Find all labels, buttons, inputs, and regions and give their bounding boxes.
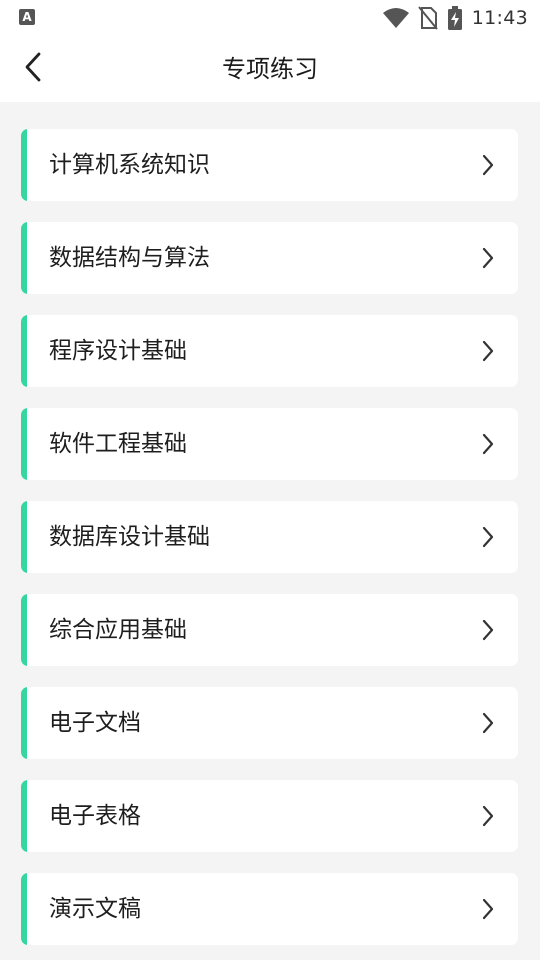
chevron-right-icon (481, 619, 495, 641)
chevron-right-icon (481, 247, 495, 269)
chevron-right-icon (481, 805, 495, 827)
topic-item-presentations[interactable]: 演示文稿 (21, 873, 518, 945)
no-sim-icon (417, 6, 438, 30)
app-header: 专项练习 (0, 36, 540, 102)
wifi-icon (382, 7, 410, 29)
topic-item-spreadsheets[interactable]: 电子表格 (21, 780, 518, 852)
accent-bar (21, 315, 27, 387)
topic-label: 数据结构与算法 (49, 245, 210, 271)
chevron-left-icon (24, 52, 42, 86)
accent-bar (21, 222, 27, 294)
chevron-right-icon (481, 898, 495, 920)
topic-item-electronic-documents[interactable]: 电子文档 (21, 687, 518, 759)
status-bar: A 11:43 (0, 0, 540, 36)
chevron-right-icon (481, 340, 495, 362)
topic-item-programming-basics[interactable]: 程序设计基础 (21, 315, 518, 387)
chevron-right-icon (481, 154, 495, 176)
chevron-right-icon (481, 712, 495, 734)
battery-charging-icon (447, 6, 462, 30)
topic-label: 数据库设计基础 (49, 524, 210, 550)
accent-bar (21, 873, 27, 945)
chevron-right-icon (481, 433, 495, 455)
page-title: 专项练习 (222, 55, 318, 83)
topic-list: 计算机系统知识 数据结构与算法 程序设计基础 软件工程基础 数据库设计基础 综合 (21, 129, 518, 945)
topic-item-computer-systems[interactable]: 计算机系统知识 (21, 129, 518, 201)
accent-bar (21, 687, 27, 759)
topic-item-data-structures[interactable]: 数据结构与算法 (21, 222, 518, 294)
topic-label: 计算机系统知识 (49, 152, 210, 178)
accent-bar (21, 780, 27, 852)
topic-item-database-design[interactable]: 数据库设计基础 (21, 501, 518, 573)
notification-app-icon: A (19, 9, 35, 25)
accent-bar (21, 129, 27, 201)
status-icons: 11:43 (382, 5, 528, 31)
status-time: 11:43 (471, 7, 528, 29)
topic-label: 软件工程基础 (49, 431, 187, 457)
topic-item-software-engineering[interactable]: 软件工程基础 (21, 408, 518, 480)
topic-label: 综合应用基础 (49, 617, 187, 643)
back-button[interactable] (14, 50, 52, 88)
accent-bar (21, 408, 27, 480)
topic-label: 程序设计基础 (49, 338, 187, 364)
accent-bar (21, 501, 27, 573)
topic-item-comprehensive-application[interactable]: 综合应用基础 (21, 594, 518, 666)
chevron-right-icon (481, 526, 495, 548)
accent-bar (21, 594, 27, 666)
topic-label: 电子表格 (49, 803, 141, 829)
topic-label: 电子文档 (49, 710, 141, 736)
topic-label: 演示文稿 (49, 896, 141, 922)
